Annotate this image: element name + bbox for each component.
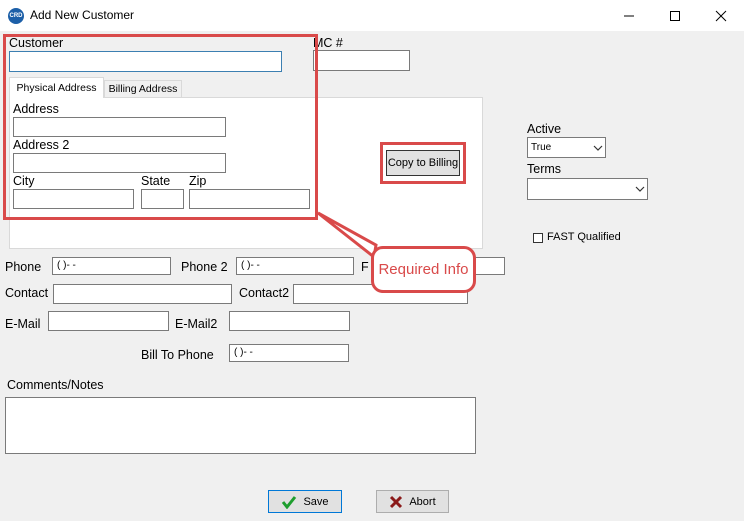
- maximize-icon: [670, 10, 680, 21]
- required-info-callout: Required Info: [371, 246, 476, 293]
- maximize-button[interactable]: [652, 0, 698, 31]
- mc-input[interactable]: [313, 50, 410, 71]
- phone-label: Phone: [5, 260, 42, 274]
- fast-qualified-label: FAST Qualified: [547, 231, 621, 243]
- contact-input[interactable]: [53, 284, 232, 304]
- chevron-down-icon: [635, 186, 645, 192]
- active-label: Active: [527, 122, 562, 136]
- save-button[interactable]: Save: [268, 490, 342, 513]
- app-icon: CRD: [8, 8, 24, 24]
- contact-label: Contact: [5, 286, 49, 300]
- bill-to-phone-input[interactable]: ( )- -: [229, 344, 349, 362]
- email-label: E-Mail: [5, 317, 41, 331]
- fast-qualified-checkbox[interactable]: [533, 233, 543, 243]
- chevron-down-icon: [593, 145, 603, 151]
- terms-label: Terms: [527, 162, 562, 176]
- active-value: True: [531, 142, 552, 153]
- terms-select[interactable]: [527, 178, 648, 200]
- email2-input[interactable]: [229, 311, 350, 331]
- phone2-label: Phone 2: [181, 260, 228, 274]
- minimize-icon: [624, 15, 634, 16]
- minimize-button[interactable]: [606, 0, 652, 31]
- required-fields-highlight: [3, 34, 318, 220]
- close-button[interactable]: [698, 0, 744, 31]
- copy-button-highlight: [380, 142, 466, 184]
- abort-button[interactable]: Abort: [376, 490, 449, 513]
- email2-label: E-Mail2: [175, 317, 218, 331]
- check-icon: [282, 495, 297, 509]
- abort-button-label: Abort: [409, 495, 436, 508]
- contact2-label: Contact2: [239, 286, 290, 300]
- comments-label: Comments/Notes: [7, 378, 104, 392]
- x-icon: [390, 495, 403, 508]
- window-title: Add New Customer: [30, 8, 135, 22]
- bill-to-phone-label: Bill To Phone: [141, 348, 214, 362]
- active-select[interactable]: True: [527, 137, 606, 158]
- close-icon: [715, 10, 727, 21]
- comments-textarea[interactable]: [5, 397, 476, 454]
- phone-input[interactable]: ( )- -: [52, 257, 171, 275]
- email-input[interactable]: [48, 311, 169, 331]
- save-button-label: Save: [303, 495, 329, 508]
